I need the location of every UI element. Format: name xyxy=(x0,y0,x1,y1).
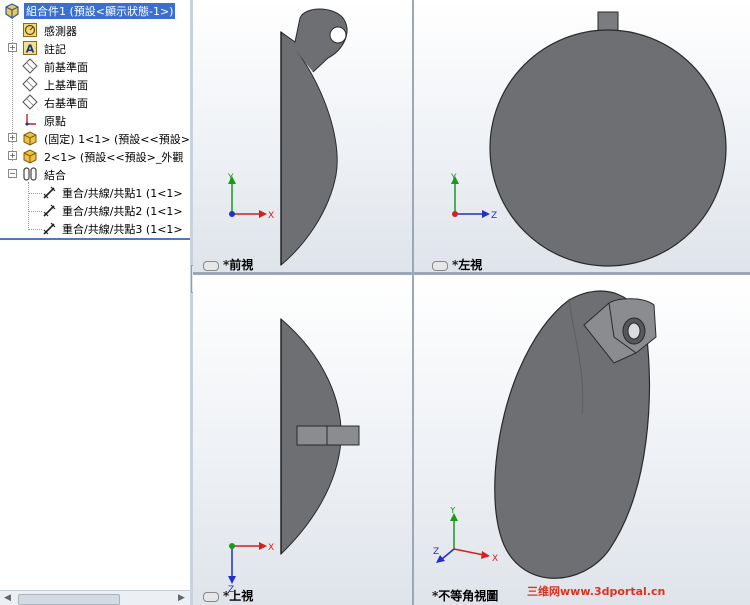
tree-item-right-plane[interactable]: 右基準面 xyxy=(0,93,190,111)
axis-label-z: Z xyxy=(491,211,497,221)
viewport-title: *不等角視圖 xyxy=(432,589,499,603)
tree-item-part-1[interactable]: + (固定) 1<1> (預設<<預設> xyxy=(0,129,190,147)
tree-item-label: (固定) 1<1> (預設<<預設> xyxy=(44,133,190,146)
tree-item-origin[interactable]: 原點 xyxy=(0,111,190,129)
expand-icon[interactable]: + xyxy=(8,43,17,52)
viewport-label: *左視 xyxy=(432,256,482,272)
annotation-icon: A xyxy=(23,41,37,56)
scrollbar-thumb[interactable] xyxy=(18,594,120,605)
axis-label-z: Z xyxy=(433,547,439,557)
view-orientation-icon[interactable] xyxy=(432,260,448,271)
tree-item-label: 前基準面 xyxy=(44,61,88,74)
assembly-icon xyxy=(5,3,19,19)
viewport-front[interactable]: Y X *前視 xyxy=(193,0,412,272)
watermark: 三维网www.3dportal.cn xyxy=(527,585,666,598)
tree-empty-area xyxy=(0,240,190,605)
tree-item-annotations[interactable]: + A 註記 xyxy=(0,39,190,57)
mate-icon xyxy=(43,222,56,235)
tree-item-mate-2[interactable]: 重合/共線/共點2 (1<1> xyxy=(0,201,190,219)
scroll-right-icon[interactable]: ▶ xyxy=(178,593,185,603)
svg-text:A: A xyxy=(26,43,35,56)
model-front xyxy=(280,8,348,267)
tree-item-label: 原點 xyxy=(44,115,66,128)
tree-item-label: 2<1> (預設<<預設>_外觀 xyxy=(44,151,184,164)
viewport-title: *上視 xyxy=(223,589,254,603)
tree-item-label: 重合/共線/共點2 (1<1> xyxy=(62,205,183,218)
part-icon xyxy=(23,131,37,146)
tree-item-label: 結合 xyxy=(44,169,66,182)
viewport-title: *左視 xyxy=(452,258,483,272)
sensor-icon xyxy=(23,23,37,37)
axis-triad: Y Z xyxy=(450,173,497,221)
viewport-title: *前視 xyxy=(223,258,254,272)
plane-icon xyxy=(22,94,38,110)
axis-triad: Y X xyxy=(227,173,274,221)
tree-item-label: 組合件1 (預設<顯示狀態-1>) xyxy=(24,3,176,19)
tree-item-label: 右基準面 xyxy=(44,97,88,110)
axis-label-x: X xyxy=(268,543,274,553)
tree-item-label: 重合/共線/共點1 (1<1> xyxy=(62,187,183,200)
mate-icon xyxy=(43,204,56,217)
tree-item-mate-3[interactable]: 重合/共線/共點3 (1<1> xyxy=(0,219,190,237)
view-orientation-icon[interactable] xyxy=(203,260,219,271)
mates-icon xyxy=(23,167,37,181)
part-icon xyxy=(23,149,37,164)
viewport-isometric[interactable]: Y X Z *不等角視圖 xyxy=(414,275,750,605)
tree-item-part-2[interactable]: + 2<1> (預設<<預設>_外觀 xyxy=(0,147,190,165)
viewport-label: *不等角視圖 xyxy=(432,587,498,604)
viewport-label: *前視 xyxy=(203,256,253,272)
tree-item-top-plane[interactable]: 上基準面 xyxy=(0,75,190,93)
feature-manager-tree: 組合件1 (預設<顯示狀態-1>) 感測器 + A 註記 前基準面 上基準面 右… xyxy=(0,0,191,605)
tree-item-sensors[interactable]: 感測器 xyxy=(0,21,190,39)
origin-icon xyxy=(25,114,36,126)
viewport-top[interactable]: Z X *上視 xyxy=(193,275,412,605)
expand-icon[interactable]: + xyxy=(8,151,17,160)
mate-icon xyxy=(43,186,56,199)
viewport-left[interactable]: Y Z *左視 xyxy=(414,0,750,272)
axis-triad: Z X xyxy=(228,542,274,592)
tree-item-front-plane[interactable]: 前基準面 xyxy=(0,57,190,75)
axis-label-x: X xyxy=(492,554,498,564)
tree-item-assembly[interactable]: 組合件1 (預設<顯示狀態-1>) xyxy=(0,2,190,20)
tree-item-label: 重合/共線/共點3 (1<1> xyxy=(62,223,183,236)
expand-icon[interactable]: + xyxy=(8,133,17,142)
tree-item-label: 註記 xyxy=(44,43,66,56)
scroll-left-icon[interactable]: ◀ xyxy=(4,593,11,603)
plane-icon xyxy=(22,76,38,92)
tree-item-label: 上基準面 xyxy=(44,79,88,92)
tree-item-mate-1[interactable]: 重合/共線/共點1 (1<1> xyxy=(0,183,190,201)
axis-label-x: X xyxy=(268,211,274,221)
axis-label-y: Y xyxy=(450,173,457,183)
collapse-icon[interactable]: − xyxy=(8,169,17,178)
plane-icon xyxy=(22,58,38,74)
horizontal-scrollbar[interactable]: ◀ ▶ xyxy=(0,590,190,605)
viewport-label: *上視 xyxy=(203,587,253,604)
axis-triad: Y X Z xyxy=(433,507,498,564)
axis-label-y: Y xyxy=(227,173,234,183)
axis-label-y: Y xyxy=(449,507,456,516)
tree-item-mates[interactable]: − 結合 xyxy=(0,165,190,183)
view-orientation-icon[interactable] xyxy=(203,591,219,602)
model-left xyxy=(489,11,727,267)
tree-item-label: 感測器 xyxy=(44,25,77,38)
